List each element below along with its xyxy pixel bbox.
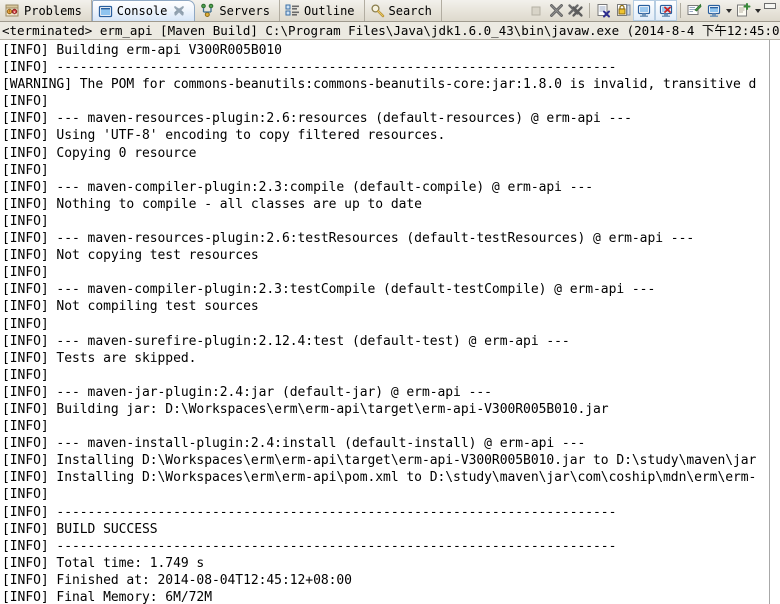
console-line: [INFO] --- maven-install-plugin:2.4:inst…: [2, 436, 586, 452]
console-line: [INFO] ---------------------------------…: [2, 504, 617, 520]
console-line: [INFO]: [2, 265, 57, 281]
console-line: [INFO] Installing D:\Workspaces\erm\erm-…: [2, 453, 757, 469]
console-line: [INFO] Final Memory: 6M/72M: [2, 590, 212, 604]
tab-search-label: Search: [388, 3, 432, 18]
tab-problems-label: Problems: [24, 3, 82, 18]
tab-search[interactable]: Search: [365, 0, 442, 21]
console-line: [INFO] Total time: 1.749 s: [2, 555, 205, 571]
clear-console-icon[interactable]: [593, 1, 613, 20]
tab-outline-label: Outline: [303, 3, 355, 18]
console-line: [INFO]: [2, 94, 57, 110]
console-line: [INFO] ---------------------------------…: [2, 538, 617, 554]
pin-console-icon[interactable]: [684, 1, 704, 20]
console-line: [INFO] Installing D:\Workspaces\erm\erm-…: [2, 470, 757, 486]
problems-icon: ! x: [5, 3, 20, 18]
console-icon: [98, 4, 113, 19]
minimize-icon[interactable]: [762, 0, 778, 22]
tab-outline[interactable]: Outline: [280, 0, 365, 21]
console-line: [INFO] BUILD SUCCESS: [2, 521, 158, 537]
terminate-icon: [526, 1, 546, 20]
tab-list: ! x Problems Console Servers Outline Sea…: [0, 0, 442, 21]
show-console-stdout-icon[interactable]: [633, 0, 655, 21]
search-icon: [370, 3, 385, 18]
remove-all-launches-icon[interactable]: [566, 1, 586, 20]
remove-launch-icon[interactable]: [546, 1, 566, 20]
console-line: [INFO] Finished at: 2014-08-04T12:45:12+…: [2, 572, 352, 588]
console-line: [INFO] Copying 0 resource: [2, 145, 197, 161]
console-line: [INFO]: [2, 487, 57, 503]
toolbar-separator: [589, 3, 590, 18]
process-header: <terminated> erm_api [Maven Build] C:\Pr…: [0, 22, 780, 40]
view-tab-bar: ! x Problems Console Servers Outline Sea…: [0, 0, 780, 22]
console-line: [WARNING] The POM for commons-beanutils:…: [2, 77, 757, 93]
close-icon[interactable]: [173, 5, 185, 17]
console-line: [INFO]: [2, 367, 57, 383]
open-console-icon[interactable]: [733, 1, 753, 20]
console-line: [INFO] --- maven-resources-plugin:2.6:te…: [2, 231, 695, 247]
console-line: [INFO] Using 'UTF-8' encoding to copy fi…: [2, 128, 446, 144]
console-line: [INFO] --- maven-jar-plugin:2.4:jar (def…: [2, 384, 492, 400]
scroll-lock-icon[interactable]: [613, 1, 633, 20]
tab-console-label: Console: [116, 4, 168, 18]
eclipse-console-view: ! x Problems Console Servers Outline Sea…: [0, 0, 780, 604]
console-line: [INFO] Not copying test resources: [2, 248, 259, 264]
chevron-down-icon[interactable]: [724, 1, 733, 20]
console-line: [INFO] --- maven-compiler-plugin:2.3:com…: [2, 179, 594, 195]
display-selected-console-icon[interactable]: [704, 1, 724, 20]
tab-problems[interactable]: ! x Problems: [0, 0, 92, 21]
console-line: [INFO] Nothing to compile - all classes …: [2, 196, 422, 212]
svg-text:!: !: [8, 10, 10, 15]
console-line: [INFO]: [2, 316, 57, 332]
toolbar-separator-2: [680, 3, 681, 18]
outline-icon: [285, 3, 300, 18]
console-line: [INFO] --- maven-surefire-plugin:2.12.4:…: [2, 333, 570, 349]
console-output[interactable]: [INFO] Building erm-api V300R005B010 [INF…: [0, 40, 769, 604]
view-toolbar: [526, 0, 780, 21]
console-line: [INFO] Tests are skipped.: [2, 350, 197, 366]
console-line: [INFO] --- maven-compiler-plugin:2.3:tes…: [2, 282, 656, 298]
show-console-stderr-icon[interactable]: [655, 0, 677, 21]
console-line: [INFO]: [2, 213, 57, 229]
console-line: [INFO] Not compiling test sources: [2, 299, 259, 315]
console-line: [INFO] Building jar: D:\Workspaces\erm\e…: [2, 401, 609, 417]
console-body-wrap: [INFO] Building erm-api V300R005B010 [INF…: [0, 40, 780, 604]
vertical-scrollbar[interactable]: [769, 40, 780, 604]
chevron-down-icon-2[interactable]: [753, 1, 762, 20]
console-line: [INFO] ---------------------------------…: [2, 60, 617, 76]
tab-servers[interactable]: Servers: [195, 0, 280, 21]
tab-console[interactable]: Console: [91, 0, 196, 21]
console-line: [INFO] Building erm-api V300R005B010: [2, 43, 282, 58]
console-line: [INFO] --- maven-resources-plugin:2.6:re…: [2, 111, 632, 127]
servers-icon: [200, 3, 215, 18]
console-line: [INFO]: [2, 162, 57, 178]
console-line: [INFO]: [2, 419, 57, 435]
tab-servers-label: Servers: [219, 3, 270, 18]
